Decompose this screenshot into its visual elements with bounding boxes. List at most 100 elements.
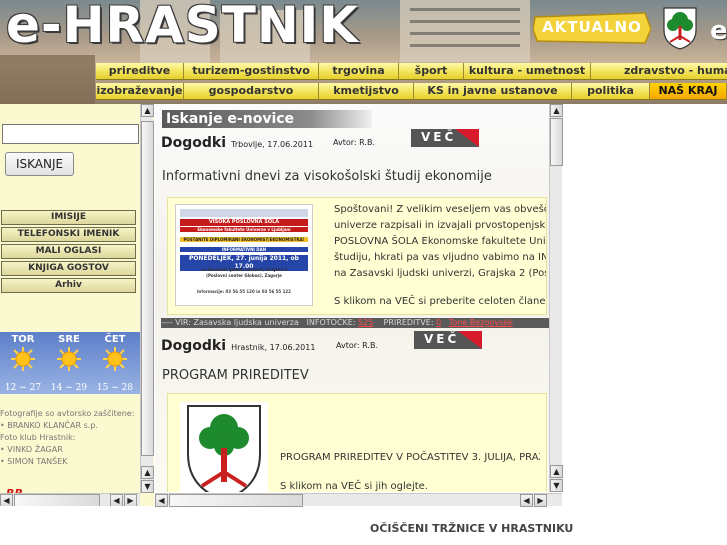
poster-text: Ekonomske fakultete Univerze v Ljubljani	[180, 227, 308, 232]
entry-header: Dogodki Trbovlje, 17.06.2011	[161, 132, 313, 151]
poster-text: Informacije: 03 56 55 120 in 03 56 55 12…	[197, 289, 291, 294]
entry-category[interactable]: Dogodki	[161, 135, 226, 151]
weather-widget[interactable]: TOR 12 ~ 27 SRE 14 ~ 29 ČET 15 ~ 28	[0, 332, 140, 394]
sun-icon	[103, 347, 127, 371]
hrastnik-crest-image[interactable]	[180, 402, 268, 492]
sidebar-item-imisije[interactable]: IMISIJE	[1, 210, 136, 225]
scroll-up-arrow-icon[interactable]: ▲	[141, 466, 154, 479]
entry-source: ---- VIR: Zasavska ljudska univerza	[161, 318, 299, 327]
search-input[interactable]	[2, 124, 139, 144]
bottom-section-heading: OČIŠČENI TRŽNICE V HRASTNIKU	[370, 522, 574, 535]
weather-day-name: ČET	[104, 334, 126, 345]
prireditve-label: PRIREDITVE:	[383, 318, 434, 327]
photo-credits: Fotografije so avtorsko zaščitene: • BRA…	[0, 408, 145, 468]
weather-temp: 12 ~ 27	[0, 383, 46, 393]
scroll-up-arrow-icon[interactable]: ▲	[550, 465, 563, 478]
weather-high: 29	[75, 383, 88, 393]
scroll-left-arrow-icon[interactable]: ◀	[520, 494, 533, 507]
scroll-left-arrow-icon[interactable]: ◀	[0, 494, 13, 506]
poster-text: (Poslovni center Globus), Zagorje	[206, 273, 282, 278]
scroll-right-arrow-icon[interactable]: ▶	[124, 494, 137, 506]
scroll-down-arrow-icon[interactable]: ▼	[550, 479, 563, 492]
entry-text-line: POSLOVNA ŠOLA Ekonomske fakultete Univer	[334, 236, 547, 247]
brand-suffix: e	[710, 16, 727, 46]
sidebar-item-telefonski-imenik[interactable]: TELEFONSKI IMENIK	[1, 227, 136, 242]
main-nav-row-2: izobraževanje gospodarstvo kmetijstvo KS…	[96, 83, 727, 100]
scroll-up-arrow-icon[interactable]: ▲	[141, 104, 154, 117]
credits-line[interactable]: • SIMON TANŠEK	[0, 456, 145, 468]
left-frame-vertical-scrollbar[interactable]: ▲ ▲ ▼	[140, 104, 154, 493]
entry-title[interactable]: Informativni dnevi za visokošolski študi…	[162, 169, 492, 184]
scroll-thumb[interactable]	[141, 121, 154, 456]
weather-temp: 14 ~ 29	[46, 383, 92, 393]
entry-author: Avtor: R.B.	[336, 341, 379, 350]
nav-ks-javne-ustanove[interactable]: KS in javne ustanove	[414, 83, 572, 100]
weather-high: 28	[121, 383, 134, 393]
weather-day: TOR 12 ~ 27	[0, 332, 46, 394]
credits-line[interactable]: • VINKO ŽAGAR	[0, 444, 145, 456]
entry-more-text: S klikom na VEČ si jih oglejte.	[280, 481, 428, 492]
entry-more-text: S klikom na VEČ si preberite celoten čla…	[334, 296, 547, 307]
weather-day: SRE 14 ~ 29	[46, 332, 92, 394]
infotocke-count[interactable]: 525	[358, 318, 373, 327]
weather-low: 12	[4, 383, 17, 393]
scroll-down-arrow-icon[interactable]: ▼	[141, 480, 154, 493]
entry-text-line: PROGRAM PRIREDITEV V POČASTITEV 3. JULIJ…	[280, 452, 540, 463]
scroll-left-arrow-icon[interactable]: ◀	[110, 494, 123, 506]
scroll-thumb[interactable]	[14, 494, 100, 506]
entry-contact-link[interactable]: Tone Bezgovsek	[449, 318, 513, 327]
entry-category[interactable]: Dogodki	[161, 338, 226, 354]
content-horizontal-scrollbar[interactable]: ◀ ◀ ▶	[155, 493, 562, 507]
scroll-left-arrow-icon[interactable]: ◀	[155, 494, 168, 507]
search-button[interactable]: ISKANJE	[5, 152, 74, 176]
entry-text-line: univerze razpisali in izvajali prvostope…	[334, 220, 547, 231]
nav-sport[interactable]: šport	[399, 63, 464, 80]
news-content-frame: Iskanje e-novice Dogodki Trbovlje, 17.06…	[155, 104, 549, 492]
entry-text-line: Spoštovani! Z velikim veseljem vas obveš…	[334, 204, 546, 215]
nav-politika[interactable]: politika	[572, 83, 650, 100]
aktualno-badge[interactable]: AKTUALNO	[533, 11, 651, 45]
scroll-thumb[interactable]	[169, 494, 303, 507]
more-button-label: VEČ	[421, 130, 457, 144]
weather-low: 15	[96, 383, 109, 393]
credits-line[interactable]: • BRANKO KLANČAR s.p.	[0, 420, 145, 432]
nav-trgovina[interactable]: trgovina	[319, 63, 399, 80]
more-button[interactable]: VEČ	[414, 331, 482, 349]
entry-author: Avtor: R.B.	[333, 138, 376, 147]
more-button-label: VEČ	[424, 332, 460, 346]
left-frame-horizontal-scrollbar[interactable]: ◀ ◀ ▶	[0, 493, 140, 506]
poster-header-band	[180, 209, 308, 217]
scroll-thumb[interactable]	[550, 118, 563, 166]
sidebar-item-mali-oglasi[interactable]: MALI OGLASI	[1, 244, 136, 259]
event-poster-image[interactable]: VISOKA POSLOVNA ŠOLA Ekonomske fakultete…	[175, 204, 313, 306]
nav-kultura-umetnost[interactable]: kultura - umetnost	[464, 63, 591, 80]
main-nav-row-1: prireditve turizem-gostinstvo trgovina š…	[96, 63, 727, 80]
prireditve-count[interactable]: 0	[436, 318, 441, 327]
nav-nas-kraj[interactable]: NAŠ KRAJ	[650, 83, 727, 100]
content-vertical-scrollbar[interactable]: ▲ ▲ ▼	[549, 104, 563, 492]
nav-prireditve[interactable]: prireditve	[96, 63, 184, 80]
site-logo[interactable]: e-HRASTNIK	[6, 0, 359, 54]
poster-text: POSTANITE DIPLOMIRANI EKONOMIST/EKONOMIS…	[180, 237, 308, 242]
weather-day: ČET 15 ~ 28	[92, 332, 138, 394]
poster-text: VISOKA POSLOVNA ŠOLA	[180, 219, 308, 226]
scroll-right-arrow-icon[interactable]: ▶	[534, 494, 547, 507]
nav-izobrazevanje[interactable]: izobraževanje	[96, 83, 184, 100]
nav-kmetijstvo[interactable]: kmetijstvo	[319, 83, 414, 100]
poster-text: INFORMATIVNI DAN	[180, 247, 308, 252]
weather-temp-sep: ~	[19, 383, 27, 393]
nav-turizem-gostinstvo[interactable]: turizem-gostinstvo	[184, 63, 319, 80]
more-button[interactable]: VEČ	[411, 129, 479, 147]
scroll-up-arrow-icon[interactable]: ▲	[550, 104, 563, 117]
sidebar-item-arhiv[interactable]: Arhiv	[1, 278, 136, 293]
entry-title[interactable]: PROGRAM PRIREDITEV	[162, 368, 309, 383]
poster-text: na Zasavski ljudski univerzi, Grajska 2	[200, 267, 288, 272]
weather-temp: 15 ~ 28	[92, 383, 138, 393]
weather-day-name: SRE	[58, 334, 80, 345]
nav-gospodarstvo[interactable]: gospodarstvo	[184, 83, 319, 100]
background-window-row	[410, 32, 520, 35]
weather-temp-sep: ~	[65, 383, 73, 393]
credits-line: Fotografije so avtorsko zaščitene:	[0, 409, 135, 418]
sidebar-item-knjiga-gostov[interactable]: KNJIGA GOSTOV	[1, 261, 136, 276]
nav-zdravstvo-humanitarno[interactable]: zdravstvo - humanitarno	[591, 63, 727, 80]
